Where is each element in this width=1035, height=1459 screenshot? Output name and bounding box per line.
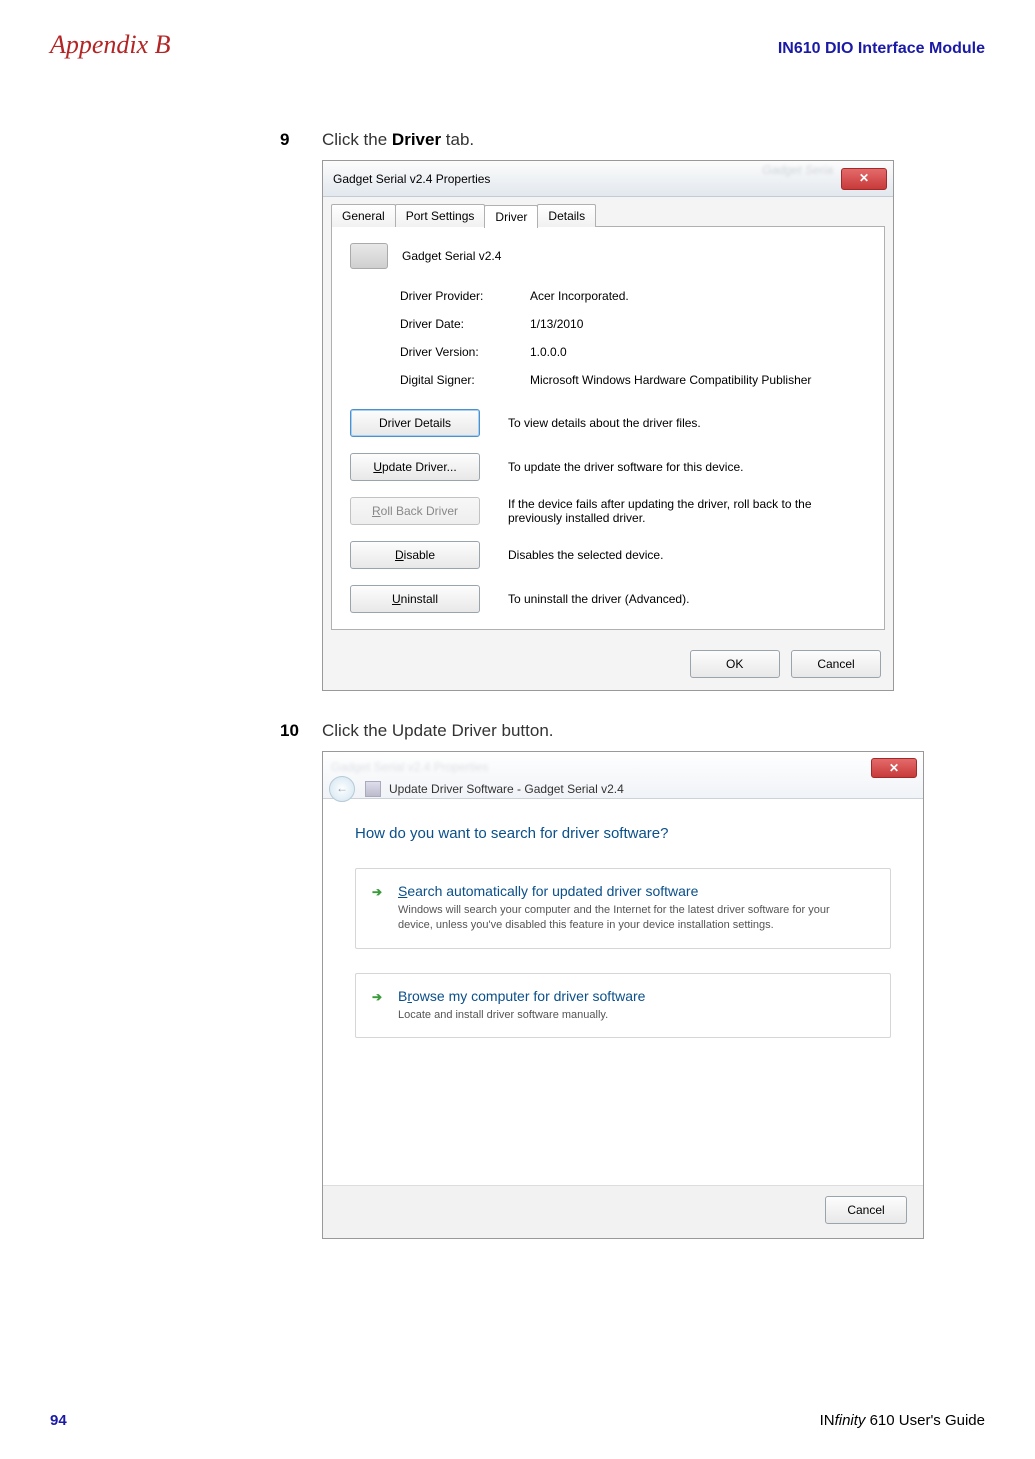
option-browse-computer[interactable]: ➔ Browse my computer for driver software… [355, 973, 891, 1038]
step9-number: 9 [280, 130, 304, 150]
driver-details-desc: To view details about the driver files. [508, 416, 866, 430]
close-icon[interactable]: ✕ [871, 758, 917, 778]
step9-text-post: tab. [441, 130, 474, 149]
guide-name: INfinity 610 User's Guide [820, 1412, 985, 1429]
wizard-body: How do you want to search for driver sof… [323, 799, 923, 1185]
signer-value: Microsoft Windows Hardware Compatibility… [530, 373, 866, 387]
device-small-icon [365, 781, 381, 797]
step10-number: 10 [280, 721, 304, 741]
wizard-cancel-button[interactable]: Cancel [825, 1196, 907, 1224]
wizard-footer: Cancel [323, 1185, 923, 1238]
close-icon[interactable]: ✕ [841, 168, 887, 190]
disable-desc: Disables the selected device. [508, 548, 866, 562]
step10-text: Click the Update Driver button. [322, 721, 554, 741]
background-blur-text: Gadget Seria [762, 163, 833, 177]
date-label: Driver Date: [400, 317, 530, 331]
uninstall-desc: To uninstall the driver (Advanced). [508, 592, 866, 606]
dialog-footer: OK Cancel [323, 640, 893, 690]
tab-driver[interactable]: Driver [484, 205, 538, 228]
page-number: 94 [50, 1412, 67, 1429]
brand-italic: finity [835, 1412, 866, 1429]
option2-title: Browse my computer for driver software [398, 988, 645, 1004]
option1-title: Search automatically for updated driver … [398, 883, 858, 899]
provider-label: Driver Provider: [400, 289, 530, 303]
tab-general[interactable]: General [331, 204, 396, 227]
rollback-driver-button: Roll Back Driver [350, 497, 480, 525]
cancel-button[interactable]: Cancel [791, 650, 881, 678]
version-label: Driver Version: [400, 345, 530, 359]
brand-rest: 610 User's Guide [865, 1412, 985, 1429]
driver-details-button[interactable]: Driver Details [350, 409, 480, 437]
ok-button[interactable]: OK [690, 650, 780, 678]
provider-value: Acer Incorporated. [530, 289, 866, 303]
tabstrip: General Port Settings Driver Details [323, 197, 893, 226]
step-9: 9 Click the Driver tab. Gadget Serial v2… [280, 130, 955, 691]
signer-label: Digital Signer: [400, 373, 530, 387]
disable-button[interactable]: Disable [350, 541, 480, 569]
update-driver-desc: To update the driver software for this d… [508, 460, 866, 474]
dialog-titlebar: Gadget Serial v2.4 Properties Gadget Ser… [323, 161, 893, 197]
option2-sub: Locate and install driver software manua… [398, 1008, 645, 1023]
page-header: Appendix B IN610 DIO Interface Module [50, 30, 985, 60]
option1-sub: Windows will search your computer and th… [398, 903, 858, 934]
arrow-icon: ➔ [372, 988, 388, 1006]
rollback-driver-desc: If the device fails after updating the d… [508, 497, 866, 525]
update-driver-button[interactable]: Update Driver... [350, 453, 480, 481]
option-search-automatically[interactable]: ➔ Search automatically for updated drive… [355, 868, 891, 949]
version-value: 1.0.0.0 [530, 345, 866, 359]
dialog-title: Gadget Serial v2.4 Properties [333, 172, 490, 186]
device-name: Gadget Serial v2.4 [402, 249, 501, 263]
update-wizard-dialog: Gadget Serial v2.4 Properties ← Update D… [322, 751, 924, 1239]
appendix-heading: Appendix B [50, 30, 171, 60]
tab-details[interactable]: Details [537, 204, 596, 227]
uninstall-button[interactable]: Uninstall [350, 585, 480, 613]
properties-dialog: Gadget Serial v2.4 Properties Gadget Ser… [322, 160, 894, 691]
wizard-question: How do you want to search for driver sof… [355, 825, 891, 842]
brand-prefix: IN [820, 1412, 835, 1429]
module-heading: IN610 DIO Interface Module [778, 40, 985, 58]
step9-text-bold: Driver [392, 130, 441, 149]
wizard-titlebar: Gadget Serial v2.4 Properties ← Update D… [323, 752, 923, 799]
arrow-icon: ➔ [372, 883, 388, 901]
date-value: 1/13/2010 [530, 317, 866, 331]
tab-body: Gadget Serial v2.4 Driver Provider: Acer… [331, 226, 885, 630]
device-icon [350, 243, 388, 269]
update-driver-label: pdate Driver... [382, 460, 457, 474]
tab-port-settings[interactable]: Port Settings [395, 204, 486, 227]
back-icon[interactable]: ← [329, 776, 355, 802]
page-footer: 94 INfinity 610 User's Guide [50, 1412, 985, 1429]
wizard-title: Update Driver Software - Gadget Serial v… [389, 782, 624, 796]
step9-text: Click the Driver tab. [322, 130, 474, 150]
background-blur-text: Gadget Serial v2.4 Properties [329, 758, 624, 774]
step9-text-pre: Click the [322, 130, 392, 149]
step-10: 10 Click the Update Driver button. Gadge… [280, 721, 955, 1239]
